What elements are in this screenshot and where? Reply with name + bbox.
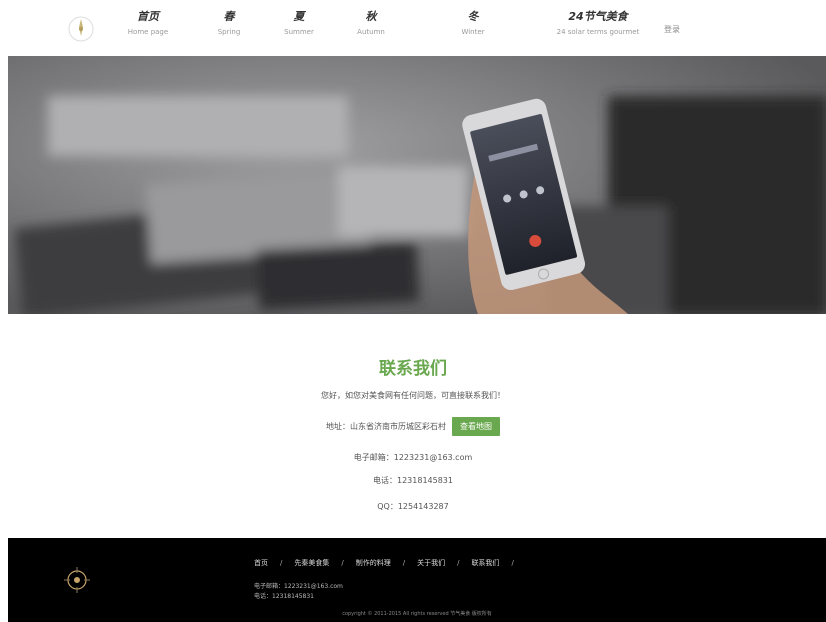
footer-nav-separator: / (511, 559, 514, 567)
nav-winter-label: 冬 (467, 10, 479, 23)
nav-autumn[interactable]: 秋 Autumn (346, 10, 396, 38)
nav-home-label: 首页 (137, 10, 159, 23)
nav-autumn-sub: Autumn (357, 28, 385, 36)
footer: 首页 / 先秦美食集 / 制作的料理 / 关于我们 / 联系我们 / 电子邮箱：1223231@1… (8, 538, 826, 622)
nav-home[interactable]: 首页 Home page (118, 10, 178, 38)
footer-info: 电子邮箱：1223231@163.com 电话：12318145831 (254, 582, 343, 602)
address-row: 地址：山东省济南市历城区彩石村 查看地图 (0, 417, 826, 436)
nav-autumn-label: 秋 (365, 10, 377, 23)
footer-nav-separator: / (341, 559, 344, 567)
footer-nav-pre-qin[interactable]: 先秦美食集 (294, 558, 329, 568)
footer-nav-recipes[interactable]: 制作的料理 (356, 558, 391, 568)
nav-solar-terms-sub: 24 solar terms gourmet (556, 28, 640, 36)
nav-spring[interactable]: 春 Spring (204, 10, 254, 38)
footer-email: 电子邮箱：1223231@163.com (254, 583, 343, 590)
footer-phone: 电话：12318145831 (254, 593, 314, 600)
contact-phone: 电话：12318145831 (373, 476, 453, 485)
footer-nav-separator: / (402, 559, 406, 567)
view-map-button[interactable]: 查看地图 (452, 417, 500, 436)
footer-nav-contact[interactable]: 联系我们 (471, 558, 499, 568)
footer-nav-separator: / (457, 559, 460, 567)
footer-nav-about[interactable]: 关于我们 (417, 558, 445, 568)
nav-summer[interactable]: 夏 Summer (274, 10, 324, 38)
nav-summer-sub: Summer (284, 28, 314, 36)
footer-logo (60, 563, 94, 597)
nav-solar-terms[interactable]: 24节气美食 24 solar terms gourmet (548, 10, 648, 38)
hero-image (8, 56, 826, 314)
nav-winter-sub: Winter (461, 28, 485, 36)
header: 首页 Home page 春 Spring 夏 Summer 秋 Autumn … (0, 0, 826, 56)
contact-title: 联系我们 (379, 359, 447, 379)
address-text: 地址：山东省济南市历城区彩石村 (326, 422, 446, 431)
contact-email: 电子邮箱：1223231@163.com (353, 453, 473, 462)
footer-nav-home[interactable]: 首页 (254, 558, 268, 568)
nav-spring-sub: Spring (217, 28, 241, 36)
contact-intro: 您好，如您对美食网有任何问题，可直接联系我们！ (321, 391, 505, 400)
footer-copyright: copyright © 2011-2015 All rights reserve… (342, 611, 492, 617)
nav-summer-label: 夏 (293, 10, 305, 23)
contact-qq: QQ：1254143287 (377, 502, 449, 511)
nav-spring-label: 春 (223, 10, 235, 23)
nav-winter[interactable]: 冬 Winter (448, 10, 498, 38)
nav-solar-terms-label: 24节气美食 (568, 10, 628, 23)
logo[interactable] (66, 14, 96, 44)
contact-section: 联系我们 您好，如您对美食网有任何问题，可直接联系我们！ 地址：山东省济南市历城… (0, 314, 826, 538)
login-link[interactable]: 登录 (664, 24, 680, 35)
hero-banner (8, 56, 826, 314)
footer-nav: 首页 / 先秦美食集 / 制作的料理 / 关于我们 / 联系我们 / (254, 558, 526, 568)
footer-nav-separator: / (280, 559, 283, 567)
nav-home-sub: Home page (127, 28, 169, 36)
